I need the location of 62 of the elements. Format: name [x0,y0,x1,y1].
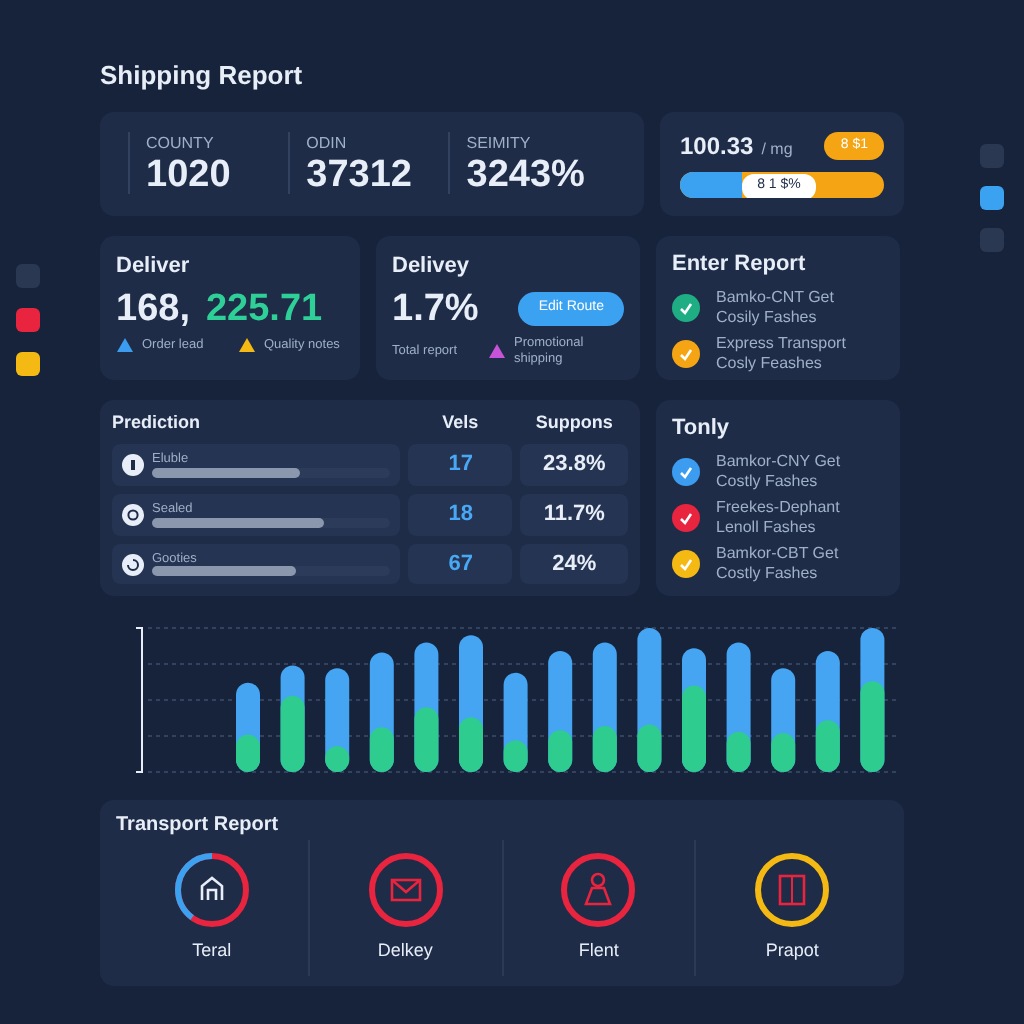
deliver-value: 168, [116,290,190,328]
stat-label: ODIN [306,132,349,156]
item-title: Freekes-Dephant [716,498,840,518]
ring-house-icon[interactable] [171,849,252,930]
stacked-bar [503,671,528,771]
table-cell: 23.8% [520,444,629,486]
column-header: Suppons [533,409,615,436]
stacked-bar [414,641,439,771]
stat-label: COUNTY [146,132,216,156]
rate-value: 100.33 [680,130,754,164]
item-title: Bamkor-CNY Get [716,452,841,472]
stacked-bar [236,681,260,771]
round-icon [122,503,144,526]
ring-person-icon[interactable] [558,849,639,930]
ring-envelope-icon[interactable] [365,849,446,930]
card-title: Enter Report [672,249,808,279]
item-subtitle: Cosily Fashes [716,307,819,327]
column-header: Vels [440,409,481,435]
rate-unit: / mg [761,138,793,162]
deliver-amount: 225.71 [205,290,323,328]
ring-label: Flent [578,937,619,964]
stacked-bar [726,641,751,771]
table-cell: 67 [408,543,513,585]
card-title: Deliver [116,251,192,281]
stacked-bar [369,651,394,771]
item-title: Express Transport [716,334,846,354]
card-title: Delivey [392,251,472,281]
stat-value: 1020 [146,156,233,194]
item-subtitle: Costly Fashes [716,563,820,584]
stacked-bar [682,647,706,771]
table-cell: 24% [520,543,629,585]
card-title: Tonly [672,413,732,443]
round-icon [122,553,144,576]
item-subtitle: Cosly Feashes [716,353,824,373]
ring-document-icon[interactable] [752,849,833,930]
item-subtitle: Lenoll Fashes [716,517,818,537]
stacked-bar [592,641,617,771]
delivery-value: 1.7% [392,290,479,328]
table-cell: 11.7% [520,493,629,536]
item-title: Bamko-CNT Get [716,288,834,308]
round-icon [122,453,144,476]
table-cell: 18 [408,493,513,536]
stacked-bar [771,667,796,771]
stacked-bar [459,634,483,771]
stacked-bar [280,664,305,771]
ring-label: Delkey [377,937,433,964]
ring-label: Prapot [765,937,819,964]
stacked-bar [815,650,840,771]
table-cell: 17 [408,444,513,486]
stacked-bar [548,650,573,771]
stat-label: SEIMITY [466,132,533,156]
ring-label: Teral [192,937,232,964]
item-subtitle: Costly Fashes [716,471,820,491]
stat-value: 37312 [306,156,414,194]
stat-value: 3243% [466,156,587,194]
page-title: Shipping Report [100,58,305,94]
item-title: Bamkor-CBT Get [716,544,839,564]
column-header: Prediction [112,409,203,435]
card-title: Transport Report [116,811,281,839]
stacked-bar [860,627,885,771]
stacked-bar [325,667,350,771]
stacked-bar [637,627,662,771]
